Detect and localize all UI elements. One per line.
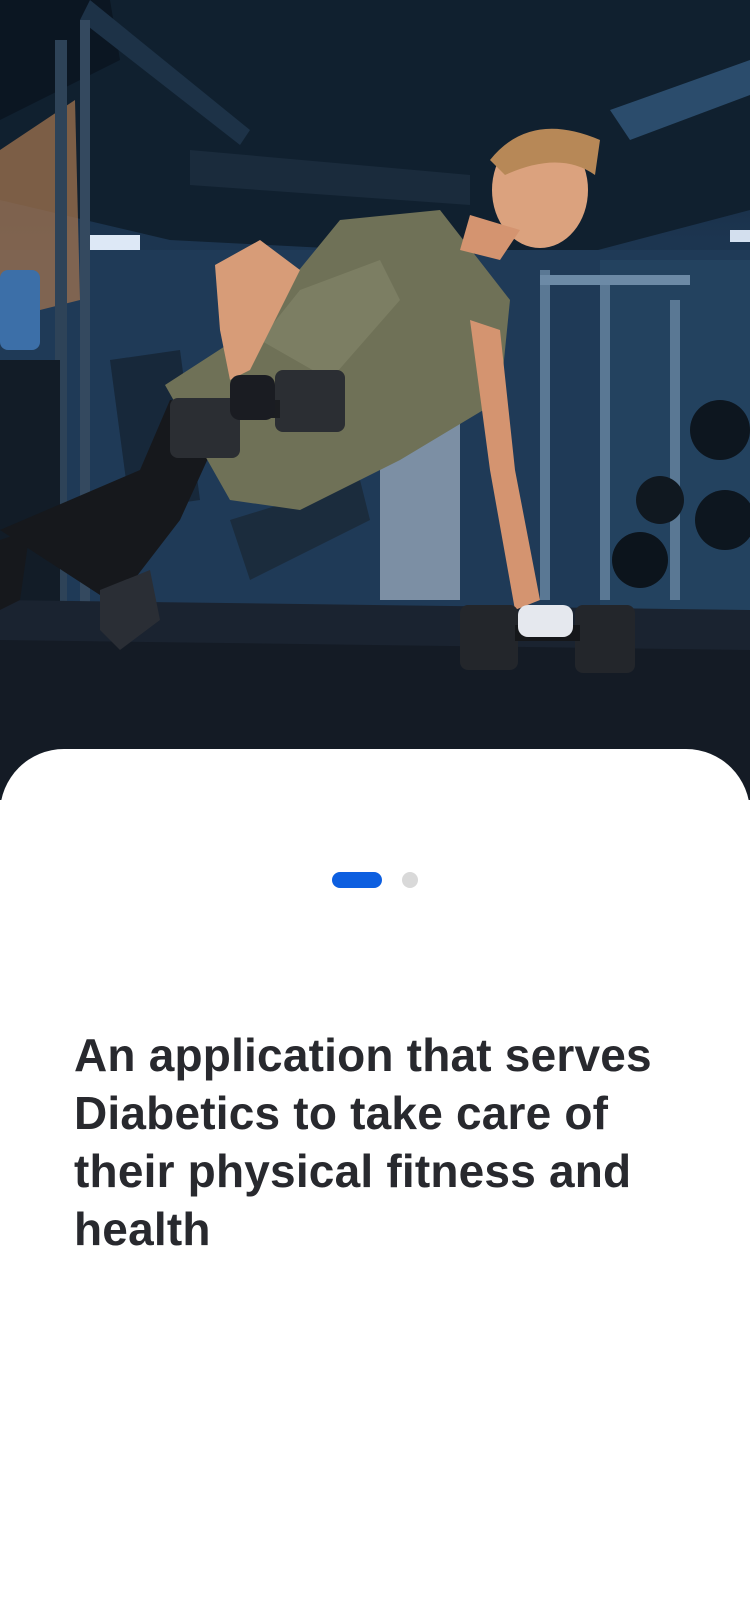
page-dot-inactive[interactable]: [402, 872, 418, 888]
hero-photo: [0, 0, 750, 800]
page-dot-active[interactable]: [332, 872, 382, 888]
fitness-photo-icon: [0, 0, 750, 800]
onboarding-headline: An application that serves Diabetics to …: [74, 1029, 652, 1255]
onboarding-screen: An application that serves Diabetics to …: [0, 0, 750, 1624]
page-indicator: [0, 872, 750, 888]
onboarding-sheet: An application that serves Diabetics to …: [0, 749, 750, 1624]
